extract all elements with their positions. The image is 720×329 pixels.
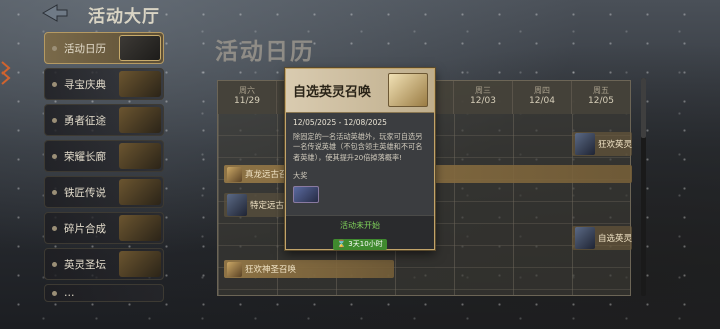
bullet-icon [52,290,57,296]
sidebar-item-label: 荣耀长廊 [64,150,106,163]
sidebar-item-label: 铁匠传说 [64,186,106,199]
dragon-icon [227,166,242,182]
scrollbar-thumb[interactable] [641,78,646,138]
blacksmith-thumbnail-icon [119,179,161,205]
hero-thumbnail-icon [119,107,161,133]
bullet-icon [52,153,57,159]
sidebar-item-more[interactable]: … [44,284,164,302]
day-header: 周五 12/05 [588,86,614,106]
sidebar-nav: 活动日历 寻宝庆典 勇者征途 荣耀长廊 铁匠传说 碎片合成 英灵圣坛 … [44,32,164,306]
calendar-title: 活动日历 [215,39,315,65]
event-banner-icon [388,73,428,107]
bullet-icon [52,117,57,123]
sidebar-item-label: … [64,287,75,299]
event-status: 活动未开始 [340,221,380,230]
bullet-icon [52,189,57,195]
sidebar-item-treasure-celebration[interactable]: 寻宝庆典 [44,68,164,100]
popup-body: 12/05/2025 - 12/08/2025 除固定的一名活动英雄外，玩家可自… [286,113,434,208]
popup-footer: 活动未开始 ⌛ 3天10小时 [286,215,434,250]
back-arrow-icon [41,4,68,22]
page-title: 活动大厅 [88,7,160,27]
sidebar-item-glory-hall[interactable]: 荣耀长廊 [44,140,164,172]
sidebar-item-shard-synthesis[interactable]: 碎片合成 [44,212,164,244]
bullet-icon [52,81,57,87]
popup-title: 自选英灵召唤 [293,85,372,100]
bullet-icon [52,225,57,231]
calendar-scrollbar[interactable] [641,78,646,296]
holy-icon [227,261,242,277]
event-description: 除固定的一名活动英雄外，玩家可自选另一名传说英雄（不包含领主英雄和不可名者英雄）… [293,131,423,162]
bullet-icon [52,261,57,267]
calendar-thumbnail-icon [119,35,161,61]
countdown-timer: ⌛ 3天10小时 [333,239,387,250]
sidebar-item-activity-calendar[interactable]: 活动日历 [44,32,164,64]
sidebar-item-hero-altar[interactable]: 英灵圣坛 [44,248,164,280]
event-bar-teding[interactable]: 特定远古召唤 [224,193,286,217]
hero-portrait-icon [227,194,247,216]
day-header: 周六 11/29 [218,81,277,114]
countdown-text: 3天10小时 [348,240,383,248]
event-dates: 12/05/2025 - 12/08/2025 [293,118,387,127]
sidebar-item-label: 英灵圣坛 [64,258,106,271]
prize-label: 大奖 [293,171,308,180]
event-bar-zixuan[interactable]: 自选英灵 [572,226,632,250]
event-detail-popup: 自选英灵召唤 12/05/2025 - 12/08/2025 除固定的一名活动英… [285,68,435,250]
sidebar-item-blacksmith-legend[interactable]: 铁匠传说 [44,176,164,208]
hero-reward-icon[interactable] [293,185,319,203]
bullet-icon [52,45,57,51]
sidebar-item-label: 活动日历 [64,42,106,55]
treasure-thumbnail-icon [119,71,161,97]
sidebar-item-label: 寻宝庆典 [64,78,106,91]
sidebar-item-label: 碎片合成 [64,222,106,235]
hero-portrait-icon [575,227,595,249]
day-header: 周四 12/04 [513,81,572,114]
event-bar-kuanghuan-hero[interactable]: 狂欢英灵 [572,132,632,156]
sidebar-item-hero-journey[interactable]: 勇者征途 [44,104,164,136]
day-header: 周三 12/03 [454,81,513,114]
hero-portrait-icon [575,133,595,155]
sidebar-item-label: 勇者征途 [64,114,106,127]
collapse-arrow-icon[interactable] [0,60,14,100]
event-bar-kuanghuan-holy[interactable]: 狂欢神圣召唤 [224,260,394,278]
back-button[interactable] [40,3,70,23]
altar-thumbnail-icon [119,251,161,277]
shard-thumbnail-icon [119,215,161,241]
glory-thumbnail-icon [119,143,161,169]
popup-header: 自选英灵召唤 [286,69,434,113]
